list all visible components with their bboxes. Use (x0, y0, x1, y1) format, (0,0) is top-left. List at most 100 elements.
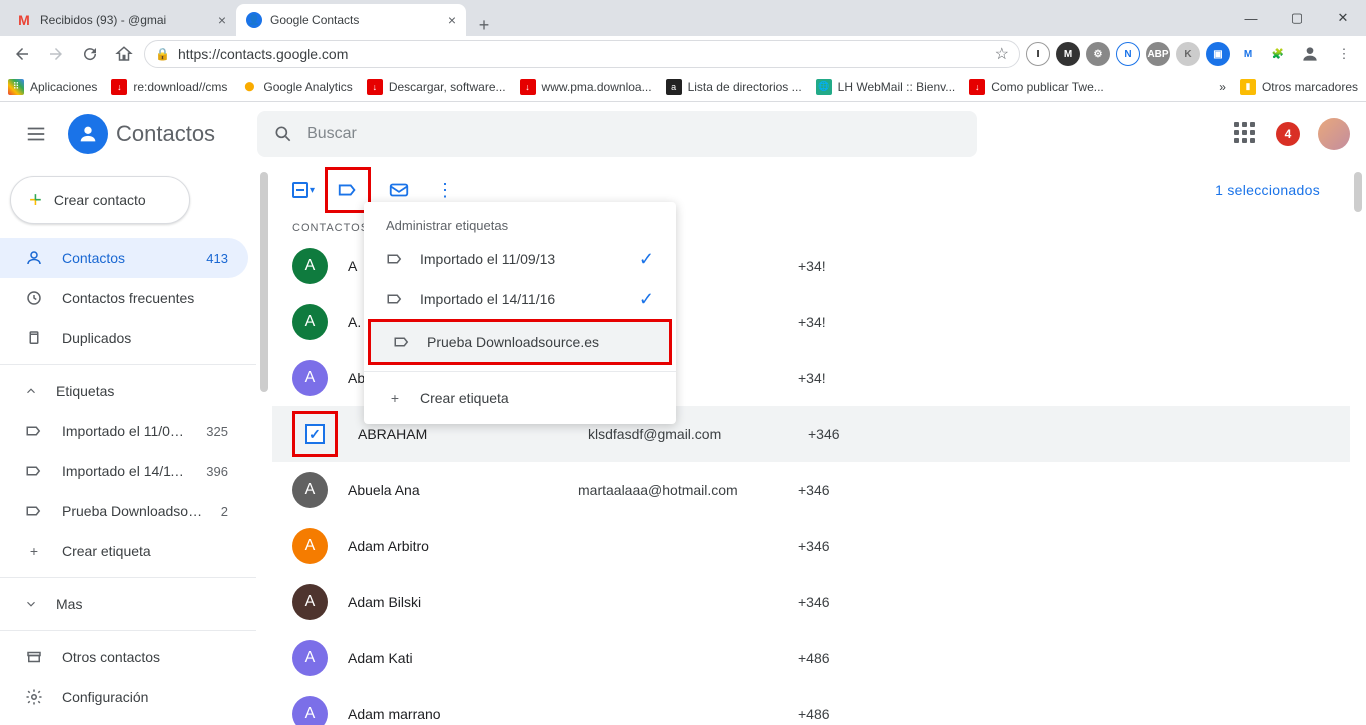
account-avatar[interactable] (1318, 118, 1350, 150)
popup-create-label[interactable]: + Crear etiqueta (364, 378, 676, 418)
contact-email: klsdfasdf@gmail.com (588, 426, 788, 442)
contact-name: Abuela Ana (348, 482, 558, 498)
google-apps-button[interactable] (1234, 122, 1258, 146)
window-controls: — ▢ ✕ (1228, 0, 1366, 36)
ext-icon[interactable]: 🧩 (1266, 42, 1290, 66)
home-button[interactable] (110, 40, 138, 68)
bookmark-item[interactable]: ↓re:download//cms (111, 79, 227, 95)
app-header: Contactos Buscar 4 (0, 102, 1366, 166)
forward-button[interactable] (42, 40, 70, 68)
contact-row[interactable]: AAdam Kati+486 (272, 630, 1350, 686)
ext-icon[interactable]: N (1116, 42, 1140, 66)
sidebar-label-item[interactable]: Importado el 11/09/... 325 (0, 411, 248, 451)
popup-label-item[interactable]: Importado el 14/11/16 ✓ (364, 279, 676, 319)
ext-icon[interactable]: I (1026, 42, 1050, 66)
manage-labels-button[interactable] (330, 172, 366, 208)
reload-button[interactable] (76, 40, 104, 68)
back-button[interactable] (8, 40, 36, 68)
close-icon[interactable]: × (448, 12, 456, 28)
contact-phone: +34! (798, 314, 826, 330)
divider (0, 577, 256, 578)
app-body: + Crear contacto Contactos 413 Contactos… (0, 166, 1366, 725)
header-right: 4 (1234, 118, 1350, 150)
contacts-app: Contactos Buscar 4 + Crear contacto Cont… (0, 102, 1366, 725)
bookmark-webmail[interactable]: 🌐LH WebMail :: Bienv... (816, 79, 956, 95)
ext-icon[interactable]: M (1056, 42, 1080, 66)
scrollbar-thumb[interactable] (1354, 172, 1362, 212)
app-title: Contactos (116, 121, 215, 147)
label-icon (386, 250, 404, 268)
contact-phone: +34! (798, 370, 826, 386)
contact-row[interactable]: AAbuela Anamartaalaaa@hotmail.com+346 (272, 462, 1350, 518)
tab-contacts[interactable]: 👤 Google Contacts × (236, 4, 466, 36)
contact-phone: +346 (798, 482, 830, 498)
ext-abp-icon[interactable]: ABP (1146, 42, 1170, 66)
contact-row[interactable]: AAdam Bilski+346 (272, 574, 1350, 630)
label-icon (386, 290, 404, 308)
sidebar-labels-header[interactable]: Etiquetas (0, 371, 256, 411)
sidebar-item-contacts[interactable]: Contactos 413 (0, 238, 248, 278)
sidebar-more[interactable]: Mas (0, 584, 256, 624)
sidebar-item-frequent[interactable]: Contactos frecuentes (0, 278, 248, 318)
contact-avatar: A (292, 248, 328, 284)
label-icon (24, 502, 44, 520)
app-logo[interactable]: Contactos (68, 114, 215, 154)
divider (0, 364, 256, 365)
contact-avatar: A (292, 696, 328, 725)
create-contact-button[interactable]: + Crear contacto (10, 176, 190, 224)
apps-icon: ⠿ (8, 79, 24, 95)
manage-labels-popup: Administrar etiquetas Importado el 11/09… (364, 202, 676, 424)
bookmark-item[interactable]: ↓Descargar, software... (367, 79, 506, 95)
plus-icon: + (29, 187, 42, 213)
address-bar[interactable]: 🔒 https://contacts.google.com ☆ (144, 40, 1020, 68)
select-all-button[interactable]: ▾ (292, 182, 315, 198)
scrollbar-thumb[interactable] (260, 172, 268, 392)
browser-menu-button[interactable]: ⋮ (1330, 40, 1358, 68)
bookmark-star-icon[interactable]: ☆ (995, 44, 1009, 64)
maximize-button[interactable]: ▢ (1274, 10, 1320, 26)
contact-name: ABRAHAM (358, 426, 568, 442)
bookmark-overflow[interactable]: » (1219, 80, 1226, 94)
sidebar-scrollbar[interactable] (256, 166, 272, 725)
sidebar-item-duplicates[interactable]: Duplicados (0, 318, 248, 358)
contact-avatar: A (292, 304, 328, 340)
other-bookmarks[interactable]: ▮Otros marcadores (1240, 79, 1358, 95)
ext-icon[interactable]: K (1176, 42, 1200, 66)
row-checkbox[interactable]: ✓ (297, 416, 333, 452)
close-icon[interactable]: × (218, 12, 226, 28)
bookmark-icon: ↓ (520, 79, 536, 95)
bookmark-analytics[interactable]: ⬤Google Analytics (241, 79, 352, 95)
ext-icon[interactable]: ▣ (1206, 42, 1230, 66)
sidebar-settings[interactable]: Configuración (0, 677, 248, 717)
bookmark-item[interactable]: ↓www.pma.downloa... (520, 79, 652, 95)
bookmark-apps[interactable]: ⠿Aplicaciones (8, 79, 97, 95)
minimize-button[interactable]: — (1228, 11, 1274, 26)
contact-avatar: A (292, 640, 328, 676)
bookmarks-bar: ⠿Aplicaciones ↓re:download//cms ⬤Google … (0, 72, 1366, 102)
contact-row[interactable]: AAdam marrano+486 (272, 686, 1350, 725)
bookmark-item[interactable]: aLista de directorios ... (666, 79, 802, 95)
contact-row[interactable]: AAdam Arbitro+346 (272, 518, 1350, 574)
main-menu-button[interactable] (16, 114, 56, 154)
bookmark-item[interactable]: ↓Como publicar Twe... (969, 79, 1104, 95)
label-icon (393, 333, 411, 351)
tab-strip: M Recibidos (93) - @gmai × 👤 Google Cont… (0, 0, 1366, 36)
new-tab-button[interactable]: + (470, 15, 498, 36)
search-input[interactable]: Buscar (257, 111, 977, 157)
popup-label-item[interactable]: Prueba Downloadsource.es (371, 322, 669, 362)
popup-header: Administrar etiquetas (364, 208, 676, 239)
sidebar-other-contacts[interactable]: Otros contactos (0, 637, 248, 677)
sidebar-label-item[interactable]: Importado el 14/11/... 396 (0, 451, 248, 491)
popup-label-item[interactable]: Importado el 11/09/13 ✓ (364, 239, 676, 279)
ext-icon[interactable]: M (1236, 42, 1260, 66)
close-button[interactable]: ✕ (1320, 10, 1366, 26)
main-scrollbar[interactable] (1350, 166, 1366, 725)
person-icon (24, 249, 44, 267)
sidebar-label-item[interactable]: Prueba Downloadsour... 2 (0, 491, 248, 531)
notifications-badge[interactable]: 4 (1276, 122, 1300, 146)
profile-button[interactable] (1296, 40, 1324, 68)
sidebar-create-label[interactable]: + Crear etiqueta (0, 531, 248, 571)
checkmark-icon: ✓ (639, 249, 654, 270)
ext-icon[interactable]: ⚙ (1086, 42, 1110, 66)
tab-gmail[interactable]: M Recibidos (93) - @gmai × (6, 4, 236, 36)
